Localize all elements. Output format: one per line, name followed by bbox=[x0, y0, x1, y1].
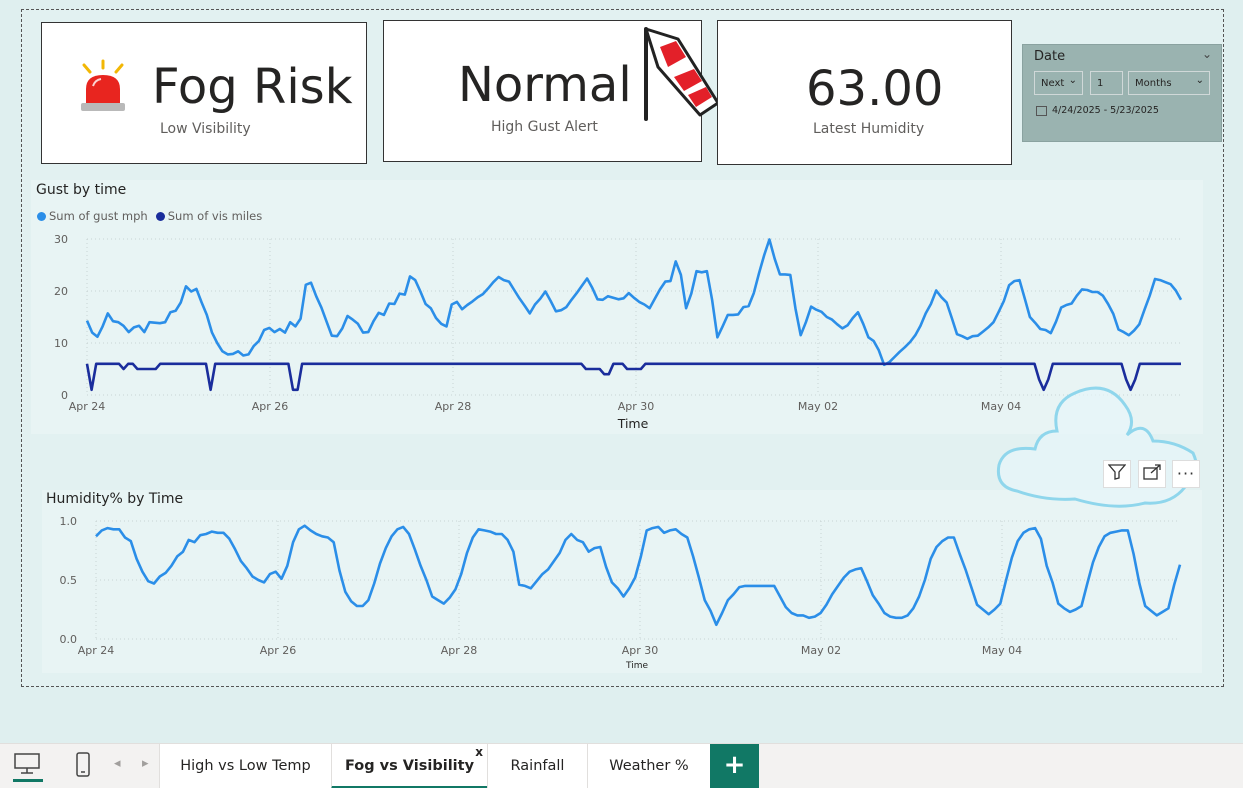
tab-label: Weather % bbox=[609, 758, 689, 774]
tab-label: Fog vs Visibility bbox=[344, 758, 475, 774]
desktop-view-icon[interactable] bbox=[13, 752, 43, 782]
tab-label: Rainfall bbox=[510, 758, 565, 774]
x-tick-label: Apr 24 bbox=[78, 644, 115, 657]
tab-fog-vs-visibility[interactable]: Fog vs Visibility x bbox=[331, 744, 487, 788]
y-tick-label: 0.5 bbox=[60, 574, 78, 587]
cloud-icon bbox=[995, 383, 1200, 513]
tab-high-vs-low-temp[interactable]: High vs Low Temp bbox=[159, 744, 331, 788]
tab-weather-percent[interactable]: Weather % bbox=[587, 744, 710, 788]
x-tick-label: Apr 30 bbox=[622, 644, 659, 657]
focus-mode-icon bbox=[1143, 464, 1161, 484]
more-options-button[interactable]: ··· bbox=[1172, 460, 1200, 488]
humidity-chart: 0.0 0.5 1.0 Apr 24 Apr 26 Apr 28 Apr 30 May 02 M… bbox=[60, 515, 1182, 671]
tab-rainfall[interactable]: Rainfall bbox=[487, 744, 587, 788]
y-tick-label: 1.0 bbox=[60, 515, 78, 528]
more-options-icon: ··· bbox=[1176, 464, 1196, 483]
close-tab-icon[interactable]: x bbox=[475, 745, 483, 759]
filter-button[interactable] bbox=[1103, 460, 1131, 488]
add-page-button[interactable]: + bbox=[710, 744, 759, 788]
x-tick-label: May 02 bbox=[801, 644, 841, 657]
x-tick-label: May 04 bbox=[982, 644, 1022, 657]
x-tick-label: Apr 28 bbox=[441, 644, 478, 657]
x-tick-label: Apr 26 bbox=[260, 644, 297, 657]
tab-label: High vs Low Temp bbox=[180, 758, 311, 774]
scroll-left-icon[interactable]: ◂ bbox=[114, 756, 121, 771]
filter-icon bbox=[1107, 464, 1127, 484]
mobile-view-icon[interactable] bbox=[74, 752, 94, 780]
scroll-right-icon[interactable]: ▸ bbox=[142, 756, 149, 771]
x-axis-title: Time bbox=[625, 661, 648, 671]
plus-icon: + bbox=[723, 750, 746, 780]
focus-mode-button[interactable] bbox=[1138, 460, 1166, 488]
series-line-1 bbox=[95, 524, 1182, 627]
y-tick-label: 0.0 bbox=[60, 633, 78, 646]
page-tab-bar: ◂ ▸ High vs Low Temp Fog vs Visibility x… bbox=[0, 743, 1243, 788]
